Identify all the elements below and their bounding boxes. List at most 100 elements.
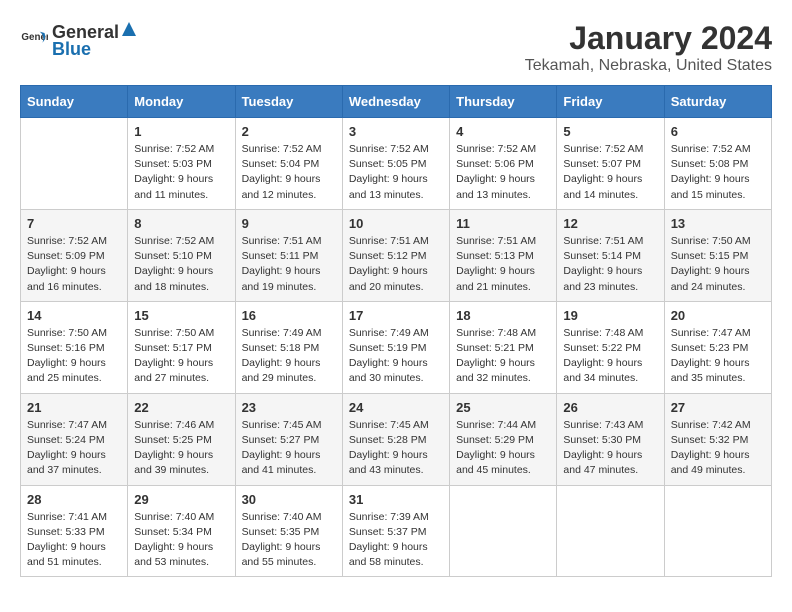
cell-info: Sunrise: 7:39 AM Sunset: 5:37 PM Dayligh… [349,510,443,571]
day-number: 23 [242,400,336,415]
cell-info: Sunrise: 7:40 AM Sunset: 5:35 PM Dayligh… [242,510,336,571]
day-number: 22 [134,400,228,415]
header-row: SundayMondayTuesdayWednesdayThursdayFrid… [21,86,772,118]
cell-info: Sunrise: 7:50 AM Sunset: 5:17 PM Dayligh… [134,326,228,387]
cell-info: Sunrise: 7:52 AM Sunset: 5:10 PM Dayligh… [134,234,228,295]
day-number: 30 [242,492,336,507]
calendar-cell: 25 Sunrise: 7:44 AM Sunset: 5:29 PM Dayli… [450,393,557,485]
calendar-cell: 22 Sunrise: 7:46 AM Sunset: 5:25 PM Dayli… [128,393,235,485]
calendar-cell: 18 Sunrise: 7:48 AM Sunset: 5:21 PM Dayli… [450,301,557,393]
calendar-cell: 4 Sunrise: 7:52 AM Sunset: 5:06 PM Daylig… [450,118,557,210]
calendar-cell: 13 Sunrise: 7:50 AM Sunset: 5:15 PM Dayli… [664,209,771,301]
day-number: 18 [456,308,550,323]
cell-info: Sunrise: 7:52 AM Sunset: 5:06 PM Dayligh… [456,142,550,203]
day-number: 16 [242,308,336,323]
day-number: 4 [456,124,550,139]
calendar-cell: 2 Sunrise: 7:52 AM Sunset: 5:04 PM Daylig… [235,118,342,210]
calendar-cell: 30 Sunrise: 7:40 AM Sunset: 5:35 PM Dayli… [235,485,342,577]
day-number: 5 [563,124,657,139]
month-title: January 2024 [525,20,772,57]
calendar-cell: 1Sunrise: 7:52 AM Sunset: 5:03 PM Daylig… [128,118,235,210]
calendar-cell: 7 Sunrise: 7:52 AM Sunset: 5:09 PM Daylig… [21,209,128,301]
calendar-cell: 26 Sunrise: 7:43 AM Sunset: 5:30 PM Dayli… [557,393,664,485]
cell-info: Sunrise: 7:48 AM Sunset: 5:21 PM Dayligh… [456,326,550,387]
logo: General General Blue [20,20,139,60]
logo-triangle-icon [120,20,138,38]
calendar-cell [21,118,128,210]
day-header-monday: Monday [128,86,235,118]
day-header-saturday: Saturday [664,86,771,118]
calendar-cell: 20Sunrise: 7:47 AM Sunset: 5:23 PM Dayli… [664,301,771,393]
cell-info: Sunrise: 7:49 AM Sunset: 5:19 PM Dayligh… [349,326,443,387]
cell-info: Sunrise: 7:52 AM Sunset: 5:08 PM Dayligh… [671,142,765,203]
cell-info: Sunrise: 7:52 AM Sunset: 5:04 PM Dayligh… [242,142,336,203]
cell-info: Sunrise: 7:51 AM Sunset: 5:13 PM Dayligh… [456,234,550,295]
cell-info: Sunrise: 7:40 AM Sunset: 5:34 PM Dayligh… [134,510,228,571]
calendar-cell: 10 Sunrise: 7:51 AM Sunset: 5:12 PM Dayli… [342,209,449,301]
day-header-sunday: Sunday [21,86,128,118]
calendar-cell [450,485,557,577]
cell-info: Sunrise: 7:52 AM Sunset: 5:09 PM Dayligh… [27,234,121,295]
calendar-cell: 9Sunrise: 7:51 AM Sunset: 5:11 PM Daylig… [235,209,342,301]
calendar-cell: 8 Sunrise: 7:52 AM Sunset: 5:10 PM Daylig… [128,209,235,301]
calendar-cell: 12Sunrise: 7:51 AM Sunset: 5:14 PM Dayli… [557,209,664,301]
calendar-cell: 3 Sunrise: 7:52 AM Sunset: 5:05 PM Daylig… [342,118,449,210]
logo-icon: General [20,26,48,54]
calendar-cell: 15 Sunrise: 7:50 AM Sunset: 5:17 PM Dayli… [128,301,235,393]
day-number: 13 [671,216,765,231]
cell-info: Sunrise: 7:45 AM Sunset: 5:27 PM Dayligh… [242,418,336,479]
day-number: 3 [349,124,443,139]
cell-info: Sunrise: 7:46 AM Sunset: 5:25 PM Dayligh… [134,418,228,479]
day-number: 24 [349,400,443,415]
cell-info: Sunrise: 7:45 AM Sunset: 5:28 PM Dayligh… [349,418,443,479]
day-number: 8 [134,216,228,231]
calendar-cell: 5 Sunrise: 7:52 AM Sunset: 5:07 PM Daylig… [557,118,664,210]
week-row-2: 7 Sunrise: 7:52 AM Sunset: 5:09 PM Daylig… [21,209,772,301]
calendar-cell [557,485,664,577]
day-number: 10 [349,216,443,231]
calendar-cell: 14 Sunrise: 7:50 AM Sunset: 5:16 PM Dayli… [21,301,128,393]
day-number: 14 [27,308,121,323]
cell-info: Sunrise: 7:48 AM Sunset: 5:22 PM Dayligh… [563,326,657,387]
calendar-cell [664,485,771,577]
day-number: 17 [349,308,443,323]
day-number: 15 [134,308,228,323]
cell-info: Sunrise: 7:42 AM Sunset: 5:32 PM Dayligh… [671,418,765,479]
cell-info: Sunrise: 7:52 AM Sunset: 5:05 PM Dayligh… [349,142,443,203]
cell-info: Sunrise: 7:43 AM Sunset: 5:30 PM Dayligh… [563,418,657,479]
day-number: 19 [563,308,657,323]
day-number: 2 [242,124,336,139]
calendar-cell: 16 Sunrise: 7:49 AM Sunset: 5:18 PM Dayli… [235,301,342,393]
cell-info: Sunrise: 7:52 AM Sunset: 5:03 PM Dayligh… [134,142,228,203]
day-number: 28 [27,492,121,507]
day-header-tuesday: Tuesday [235,86,342,118]
cell-info: Sunrise: 7:50 AM Sunset: 5:15 PM Dayligh… [671,234,765,295]
day-number: 29 [134,492,228,507]
day-number: 26 [563,400,657,415]
header: General General Blue January 2024 Tekama… [20,20,772,75]
day-number: 11 [456,216,550,231]
title-area: January 2024 Tekamah, Nebraska, United S… [525,20,772,75]
calendar-cell: 11 Sunrise: 7:51 AM Sunset: 5:13 PM Dayli… [450,209,557,301]
day-number: 25 [456,400,550,415]
cell-info: Sunrise: 7:49 AM Sunset: 5:18 PM Dayligh… [242,326,336,387]
cell-info: Sunrise: 7:50 AM Sunset: 5:16 PM Dayligh… [27,326,121,387]
calendar-cell: 29 Sunrise: 7:40 AM Sunset: 5:34 PM Dayli… [128,485,235,577]
calendar-cell: 17 Sunrise: 7:49 AM Sunset: 5:19 PM Dayli… [342,301,449,393]
cell-info: Sunrise: 7:52 AM Sunset: 5:07 PM Dayligh… [563,142,657,203]
calendar-cell: 24 Sunrise: 7:45 AM Sunset: 5:28 PM Dayli… [342,393,449,485]
cell-info: Sunrise: 7:47 AM Sunset: 5:24 PM Dayligh… [27,418,121,479]
calendar-cell: 19 Sunrise: 7:48 AM Sunset: 5:22 PM Dayli… [557,301,664,393]
calendar-cell: 28Sunrise: 7:41 AM Sunset: 5:33 PM Dayli… [21,485,128,577]
week-row-1: 1Sunrise: 7:52 AM Sunset: 5:03 PM Daylig… [21,118,772,210]
calendar-cell: 31 Sunrise: 7:39 AM Sunset: 5:37 PM Dayli… [342,485,449,577]
logo-blue: Blue [52,39,91,59]
day-number: 7 [27,216,121,231]
day-number: 27 [671,400,765,415]
cell-info: Sunrise: 7:44 AM Sunset: 5:29 PM Dayligh… [456,418,550,479]
calendar-cell: 27 Sunrise: 7:42 AM Sunset: 5:32 PM Dayli… [664,393,771,485]
calendar-cell: 23 Sunrise: 7:45 AM Sunset: 5:27 PM Dayli… [235,393,342,485]
day-number: 31 [349,492,443,507]
week-row-3: 14 Sunrise: 7:50 AM Sunset: 5:16 PM Dayli… [21,301,772,393]
cell-info: Sunrise: 7:51 AM Sunset: 5:12 PM Dayligh… [349,234,443,295]
